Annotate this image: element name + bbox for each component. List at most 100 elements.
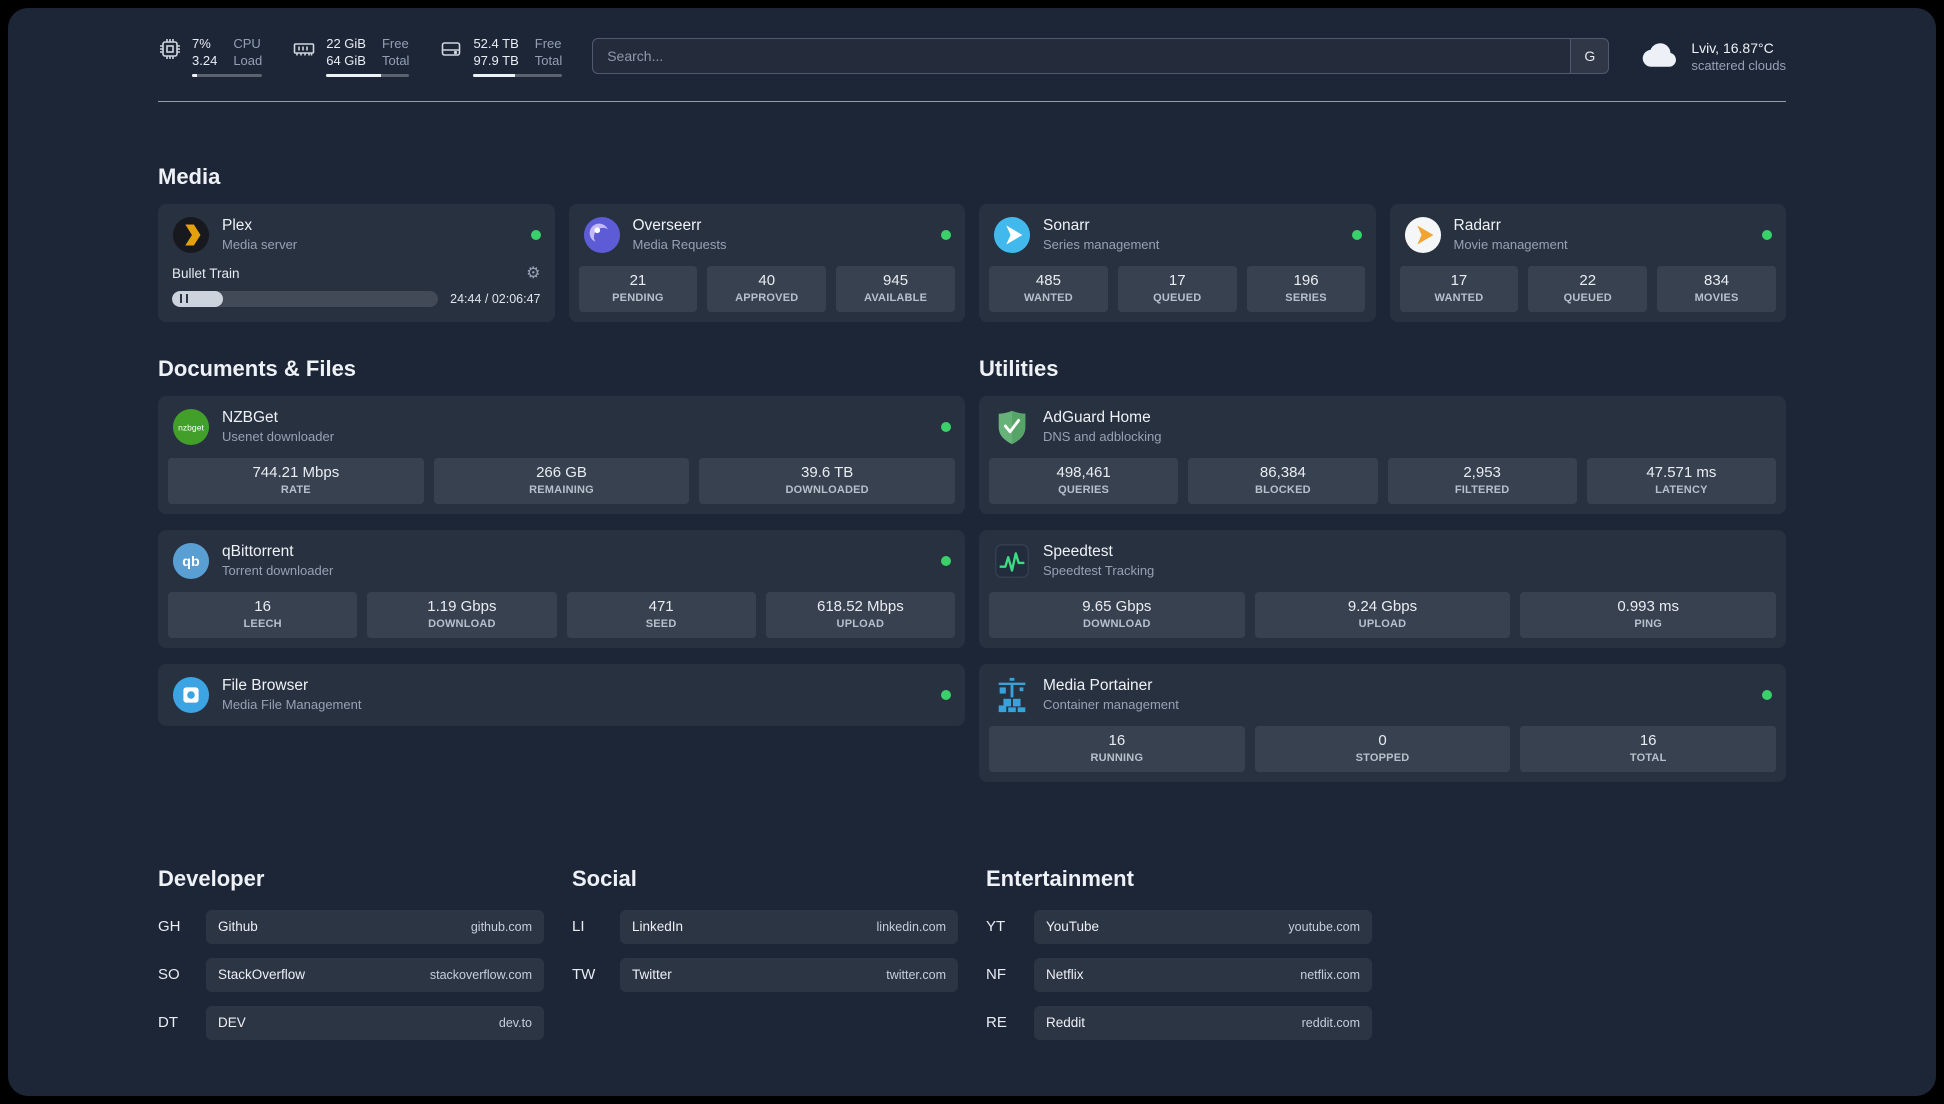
search-bar: G xyxy=(592,38,1610,75)
memory-progress-bar xyxy=(326,73,410,77)
bookmark-link-stackoverflow[interactable]: StackOverflow stackoverflow.com xyxy=(206,957,544,992)
bookmark-link-reddit[interactable]: Reddit reddit.com xyxy=(1034,1005,1372,1040)
bookmark-abbr: TW xyxy=(572,966,596,984)
section-title-utilities: Utilities xyxy=(979,355,1059,381)
status-online-dot xyxy=(941,555,951,566)
service-title: Radarr xyxy=(1453,217,1501,235)
memory-total: 64 GiB xyxy=(326,52,366,68)
bookmarks-empty-column xyxy=(1400,866,1786,1054)
section-title-social: Social xyxy=(572,865,637,891)
service-title: Plex xyxy=(222,217,253,235)
stat-cell: 16 LEECH xyxy=(168,591,358,638)
section-title-media: Media xyxy=(158,163,221,189)
weather-condition: scattered clouds xyxy=(1691,57,1786,73)
service-card-overseerr[interactable]: Overseerr Media Requests 21 PENDING 40 A… xyxy=(568,203,965,322)
weather-widget: Lviv, 16.87°C scattered clouds xyxy=(1639,37,1786,76)
service-title: File Browser xyxy=(222,677,309,695)
service-card-sonarr[interactable]: Sonarr Series management 485 WANTED 17 Q… xyxy=(979,203,1376,322)
service-card-adguard[interactable]: AdGuard Home DNS and adblocking 498,461 … xyxy=(979,395,1786,514)
status-online-dot xyxy=(1351,229,1362,240)
bookmark-abbr: RE xyxy=(986,1014,1007,1032)
sonarr-icon xyxy=(993,216,1031,254)
search-input[interactable] xyxy=(593,39,1571,74)
memory-widget: 22 GiB 64 GiB Free Total xyxy=(292,36,410,77)
plex-icon xyxy=(172,216,210,254)
top-bar: 7% 3.24 CPU Load 22 GiB 64 GiB Free Tota… xyxy=(158,36,1786,77)
stat-cell: 945 AVAILABLE xyxy=(836,265,955,312)
radarr-icon xyxy=(1404,216,1442,254)
bookmark-row: NF Netflix netflix.com xyxy=(986,957,1372,992)
disk-progress-bar xyxy=(473,73,563,77)
stat-cell: 86,384 BLOCKED xyxy=(1188,457,1378,504)
service-subtitle: Media File Management xyxy=(222,697,362,713)
service-subtitle: DNS and adblocking xyxy=(1043,429,1162,445)
bookmark-link-netflix[interactable]: Netflix netflix.com xyxy=(1034,957,1372,992)
service-card-radarr[interactable]: Radarr Movie management 17 WANTED 22 QUE… xyxy=(1389,203,1786,322)
portainer-icon xyxy=(993,676,1031,714)
service-title: NZBGet xyxy=(222,409,278,427)
service-card-speedtest[interactable]: Speedtest Speedtest Tracking 9.65 Gbps D… xyxy=(979,529,1786,648)
cpu-label: CPU xyxy=(233,36,261,51)
pause-icon[interactable] xyxy=(180,294,188,304)
service-card-filebrowser[interactable]: File Browser Media File Management xyxy=(158,663,965,726)
stat-cell: 266 GB REMAINING xyxy=(433,457,690,504)
bookmark-link-github[interactable]: Github github.com xyxy=(206,909,544,944)
bookmark-row: SO StackOverflow stackoverflow.com xyxy=(158,957,544,992)
disk-icon xyxy=(439,37,463,66)
bookmark-group-entertainment: Entertainment YT YouTube youtube.com NF … xyxy=(986,866,1372,1054)
service-title: Media Portainer xyxy=(1043,677,1153,695)
speedtest-icon xyxy=(993,542,1031,580)
bookmark-link-dev[interactable]: DEV dev.to xyxy=(206,1005,544,1040)
overseerr-icon xyxy=(583,216,621,254)
cpu-load: 3.24 xyxy=(192,52,218,68)
service-card-qbittorrent[interactable]: qb qBittorrent Torrent downloader 16 LEE… xyxy=(158,529,965,648)
service-card-portainer[interactable]: Media Portainer Container management 16 … xyxy=(979,663,1786,782)
service-subtitle: Speedtest Tracking xyxy=(1043,563,1155,579)
gear-icon[interactable]: ⚙ xyxy=(526,265,540,282)
status-online-dot xyxy=(941,689,951,700)
stat-cell: 618.52 Mbps UPLOAD xyxy=(765,591,955,638)
stat-cell: 2,953 FILTERED xyxy=(1387,457,1577,504)
bookmark-link-twitter[interactable]: Twitter twitter.com xyxy=(620,957,958,992)
dashboard-root: 7% 3.24 CPU Load 22 GiB 64 GiB Free Tota… xyxy=(8,8,1936,1096)
stat-cell: 744.21 Mbps RATE xyxy=(168,457,424,504)
bookmark-abbr: GH xyxy=(158,918,181,936)
bookmark-link-youtube[interactable]: YouTube youtube.com xyxy=(1034,909,1372,944)
cpu-progress-bar xyxy=(192,73,263,77)
nzbget-icon: nzbget xyxy=(172,408,210,446)
weather-location: Lviv, 16.87°C xyxy=(1691,39,1774,56)
cloud-icon xyxy=(1639,37,1681,76)
status-online-dot xyxy=(941,421,951,432)
service-card-plex[interactable]: Plex Media server Bullet Train ⚙ 24:44 /… xyxy=(158,203,555,322)
disk-free: 52.4 TB xyxy=(473,36,519,51)
stat-cell: 22 QUEUED xyxy=(1528,265,1648,312)
search-provider-button[interactable]: G xyxy=(1570,39,1609,74)
service-subtitle: Container management xyxy=(1043,697,1179,713)
stat-cell: 16 RUNNING xyxy=(989,725,1245,772)
cpu-widget: 7% 3.24 CPU Load xyxy=(158,36,263,77)
filebrowser-icon xyxy=(172,676,210,714)
stat-cell: 21 PENDING xyxy=(578,265,698,312)
playback-time: 24:44 / 02:06:47 xyxy=(450,291,541,306)
section-documents: Documents & Files nzbget NZBGet Usenet d… xyxy=(158,356,965,726)
service-subtitle: Media Requests xyxy=(632,237,727,253)
stat-cell: 40 APPROVED xyxy=(707,265,827,312)
bookmark-row: DT DEV dev.to xyxy=(158,1005,544,1040)
service-subtitle: Torrent downloader xyxy=(222,563,334,579)
plex-now-playing: Bullet Train ⚙ 24:44 / 02:06:47 xyxy=(158,265,555,319)
cpu-label-2: Load xyxy=(233,52,263,68)
service-subtitle: Movie management xyxy=(1453,237,1568,253)
stat-cell: 485 WANTED xyxy=(989,265,1108,312)
stat-cell: 17 WANTED xyxy=(1399,265,1519,312)
bookmark-link-linkedin[interactable]: LinkedIn linkedin.com xyxy=(620,909,958,944)
disk-total: 97.9 TB xyxy=(473,52,519,68)
stat-cell: 16 TOTAL xyxy=(1520,725,1777,772)
section-title-documents: Documents & Files xyxy=(158,355,357,381)
bookmark-row: RE Reddit reddit.com xyxy=(986,1005,1372,1040)
playback-progress-bar[interactable] xyxy=(172,290,439,307)
service-title: AdGuard Home xyxy=(1043,409,1151,427)
stat-cell: 471 SEED xyxy=(566,591,756,638)
stat-cell: 1.19 Gbps DOWNLOAD xyxy=(367,591,557,638)
section-title-entertainment: Entertainment xyxy=(986,865,1134,891)
service-card-nzbget[interactable]: nzbget NZBGet Usenet downloader 744.21 M… xyxy=(158,395,965,514)
